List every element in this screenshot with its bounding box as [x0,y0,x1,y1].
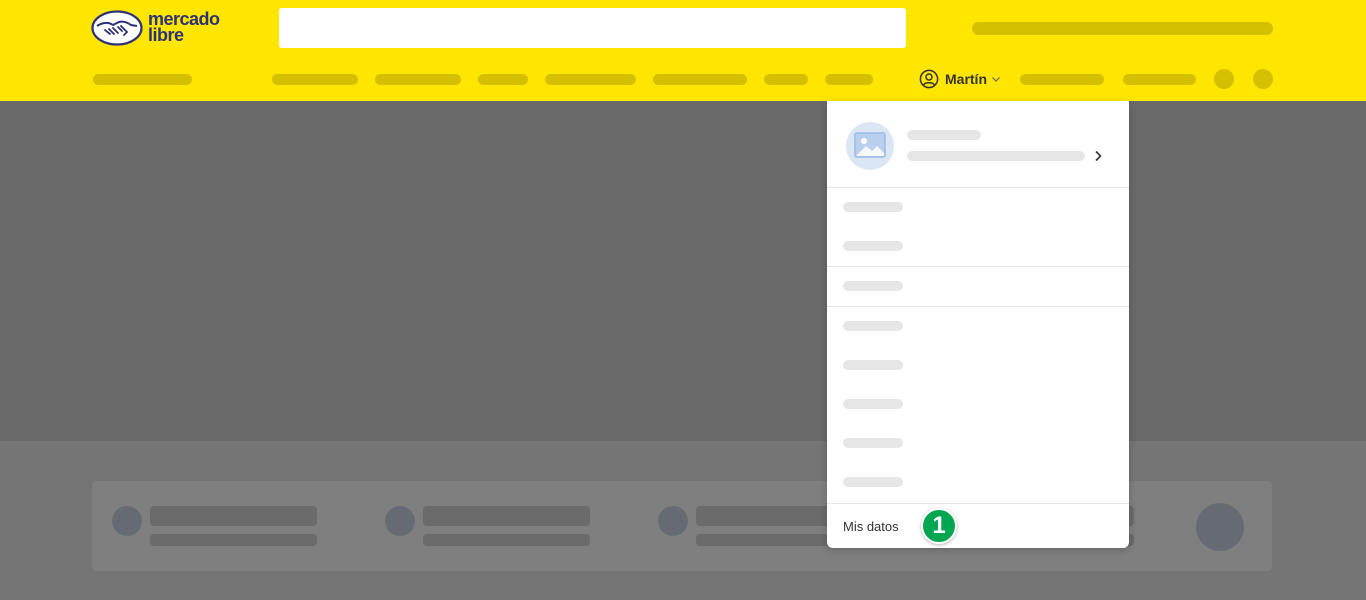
user-dropdown-menu: Mis datos [827,101,1129,548]
nav-item-placeholder[interactable] [825,74,873,85]
mercado-libre-logo[interactable]: mercado libre [91,10,231,48]
user-name: Martín [945,71,987,87]
profile-name-placeholder [907,130,981,140]
menu-item-label-placeholder [843,438,903,448]
menu-item[interactable] [827,227,1129,266]
menu-item-label-placeholder [843,321,903,331]
image-placeholder-icon [854,132,886,158]
nav-item-placeholder[interactable] [272,74,358,85]
menu-item[interactable] [827,463,1129,502]
step-number-badge: 1 [921,508,957,544]
promo-banner-placeholder [972,22,1273,35]
menu-item[interactable] [827,307,1129,346]
location-placeholder[interactable] [93,74,192,85]
modal-backdrop[interactable] [0,101,1366,600]
profile-summary[interactable] [827,101,1129,188]
user-icon [919,69,939,89]
menu-item-label-placeholder [843,360,903,370]
user-menu-trigger[interactable]: Martín [919,69,1001,89]
handshake-logo-icon [91,10,143,46]
nav-item-placeholder[interactable] [653,74,747,85]
menu-item-label-placeholder [843,202,903,212]
menu-item[interactable] [827,424,1129,463]
menu-item-label-placeholder [843,241,903,251]
menu-item-label-placeholder [843,281,903,291]
avatar [846,122,894,170]
menu-item-label-placeholder [843,399,903,409]
logo-line-2: libre [148,25,184,45]
menu-item[interactable] [827,346,1129,385]
nav-item-placeholder[interactable] [375,74,461,85]
menu-item-mis-datos-label: Mis datos [843,519,899,534]
menu-item[interactable] [827,385,1129,424]
menu-item[interactable] [827,267,1129,306]
nav-item-placeholder[interactable] [545,74,636,85]
menu-item[interactable] [827,188,1129,227]
search-input[interactable] [279,8,906,48]
logo-text: mercado libre [148,10,220,45]
menu-item-mis-datos[interactable]: Mis datos [827,504,1129,548]
chevron-right-icon [1095,150,1102,162]
nav-item-placeholder[interactable] [1123,74,1196,85]
nav-item-placeholder[interactable] [1020,74,1104,85]
cart-icon-placeholder[interactable] [1253,69,1273,89]
favorites-icon-placeholder[interactable] [1214,69,1234,89]
header: mercado libre Martín [0,0,1366,101]
chevron-down-icon [992,77,1000,82]
menu-item-label-placeholder [843,477,903,487]
profile-subtitle-placeholder [907,151,1085,161]
nav-item-placeholder[interactable] [478,74,528,85]
nav-item-placeholder[interactable] [764,74,808,85]
